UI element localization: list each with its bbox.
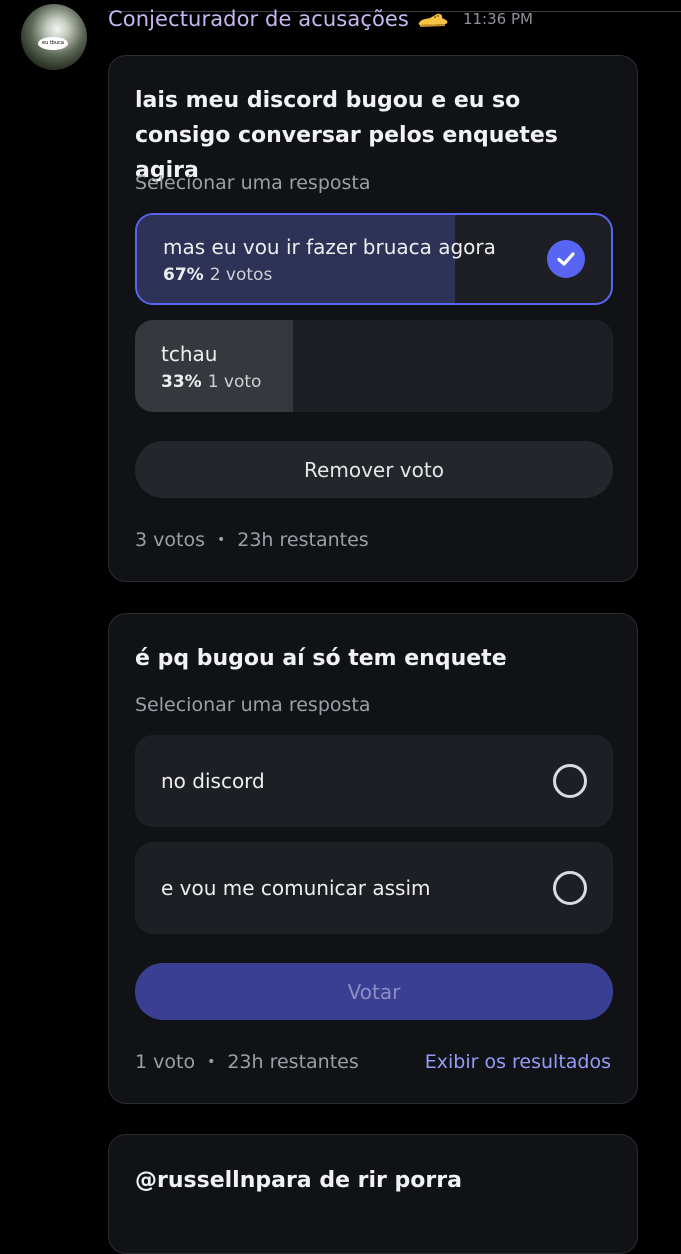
time-left: 23h restantes bbox=[237, 529, 369, 551]
separator-dot: • bbox=[216, 532, 226, 548]
avatar-speech-bubble: eu tbuca bbox=[38, 37, 68, 50]
option-label: mas eu vou ir fazer bruaca agora bbox=[163, 235, 496, 259]
vote-button[interactable]: Votar bbox=[135, 963, 613, 1020]
separator-dot: • bbox=[207, 1054, 216, 1070]
poll-question: é pq bugou aí só tem enquete bbox=[135, 646, 507, 671]
poll-option[interactable]: mas eu vou ir fazer bruaca agora 67% 2 vo… bbox=[135, 213, 613, 305]
option-label: e vou me comunicar assim bbox=[161, 876, 431, 900]
show-results-link[interactable]: Exibir os resultados bbox=[425, 1051, 611, 1073]
result-bar bbox=[135, 320, 293, 412]
result-bar bbox=[137, 215, 455, 303]
poll-footer: 1 voto • 23h restantes Exibir os resulta… bbox=[135, 1051, 611, 1073]
poll-card: @russellnpara de rir porra bbox=[108, 1134, 638, 1254]
poll-card: lais meu discord bugou e eu so consigo c… bbox=[108, 55, 638, 582]
avatar[interactable]: eu tbuca bbox=[21, 4, 87, 70]
option-stats: 33% 1 voto bbox=[161, 372, 261, 392]
radio-icon[interactable] bbox=[553, 871, 587, 905]
poll-prompt: Selecionar uma resposta bbox=[135, 694, 371, 716]
option-label: tchau bbox=[161, 342, 218, 366]
poll-card: é pq bugou aí só tem enquete Selecionar … bbox=[108, 613, 638, 1104]
time-left: 23h restantes bbox=[227, 1051, 359, 1073]
checkmark-icon bbox=[547, 240, 585, 278]
option-percent: 67% bbox=[163, 265, 204, 285]
option-stats: 67% 2 votos bbox=[163, 265, 272, 285]
poll-footer: 3 votos • 23h restantes bbox=[135, 529, 611, 551]
poll-option[interactable]: no discord bbox=[135, 735, 613, 827]
option-percent: 33% bbox=[161, 372, 202, 392]
option-votes: 1 voto bbox=[207, 372, 262, 392]
option-label: no discord bbox=[161, 769, 265, 793]
total-votes: 3 votos bbox=[135, 529, 205, 551]
total-votes: 1 voto bbox=[135, 1051, 196, 1073]
option-votes: 2 votos bbox=[209, 265, 273, 285]
shoe-emoji-icon bbox=[417, 10, 449, 28]
timestamp: 11:36 PM bbox=[462, 10, 533, 28]
message-header: Conjecturador de acusações 11:36 PM bbox=[108, 2, 533, 36]
radio-icon[interactable] bbox=[553, 764, 587, 798]
username[interactable]: Conjecturador de acusações bbox=[108, 7, 409, 31]
poll-prompt: Selecionar uma resposta bbox=[135, 172, 371, 194]
poll-option[interactable]: e vou me comunicar assim bbox=[135, 842, 613, 934]
remove-vote-button[interactable]: Remover voto bbox=[135, 441, 613, 498]
poll-question: @russellnpara de rir porra bbox=[135, 1168, 462, 1193]
poll-option[interactable]: tchau 33% 1 voto bbox=[135, 320, 613, 412]
